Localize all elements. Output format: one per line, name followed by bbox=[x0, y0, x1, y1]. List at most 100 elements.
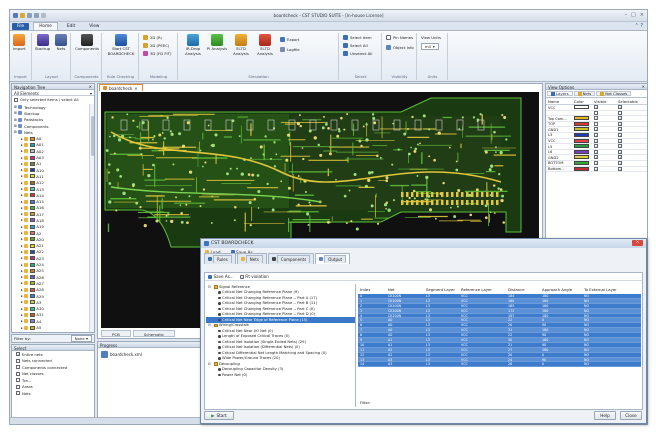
expand-icon[interactable]: ⊞ bbox=[14, 118, 17, 122]
expand-icon[interactable]: ⊞ bbox=[14, 111, 17, 115]
selectable-cell[interactable]: ✓ bbox=[618, 127, 643, 132]
selectable-checkbox[interactable]: ✓ bbox=[618, 132, 622, 138]
si-td-button[interactable]: SI-TD Analysis bbox=[230, 34, 252, 56]
close-icon[interactable]: × bbox=[642, 84, 645, 89]
vertical-scrollbar[interactable] bbox=[89, 104, 94, 332]
3d-fd-fit-button[interactable]: 3D (FD FIT) bbox=[143, 51, 171, 56]
tab-schematic[interactable]: Schematic bbox=[132, 330, 176, 337]
tab-nets[interactable]: Nets bbox=[236, 253, 267, 264]
visible-checkbox[interactable]: ✓ bbox=[594, 116, 598, 121]
visible-checkbox[interactable]: ✓ bbox=[594, 166, 598, 172]
column-header[interactable]: Reference Layer bbox=[461, 287, 508, 292]
layer-color-cell[interactable] bbox=[574, 166, 594, 172]
selectable-checkbox[interactable]: ✓ bbox=[618, 138, 622, 144]
expand-icon[interactable]: ▸ bbox=[21, 156, 23, 160]
selectable-checkbox[interactable]: ✓ bbox=[618, 160, 622, 166]
dialog-close-button[interactable]: × bbox=[632, 240, 643, 246]
progress-item[interactable]: boardcheck.xml bbox=[98, 348, 204, 361]
expand-icon[interactable]: ▸ bbox=[21, 244, 23, 248]
expand-icon[interactable]: ▸ bbox=[21, 149, 23, 153]
visible-checkbox[interactable]: ✓ bbox=[594, 105, 598, 110]
layer-color-cell[interactable] bbox=[574, 121, 594, 127]
selectable-checkbox[interactable] bbox=[618, 110, 622, 115]
2d-r-button[interactable]: 2D (R) bbox=[143, 35, 162, 40]
selectable-checkbox[interactable]: ✓ bbox=[618, 121, 622, 127]
column-header[interactable]: Distance bbox=[508, 287, 542, 292]
expand-icon[interactable]: ▸ bbox=[21, 193, 23, 197]
layer-color-cell[interactable] bbox=[574, 155, 594, 160]
layer-color-cell[interactable] bbox=[574, 116, 594, 121]
tab-pcb[interactable]: PCB bbox=[101, 330, 131, 337]
visible-checkbox[interactable]: ✓ bbox=[594, 138, 598, 144]
layer-color-cell[interactable] bbox=[574, 160, 594, 166]
select-all-button[interactable]: Select All bbox=[343, 43, 368, 48]
selectable-cell[interactable]: ✓ bbox=[618, 155, 643, 160]
visible-checkbox[interactable]: ✓ bbox=[594, 149, 598, 155]
layer-color-cell[interactable] bbox=[574, 105, 594, 110]
minimize-ribbon-icon[interactable]: ⌃ bbox=[635, 23, 639, 29]
expand-icon[interactable]: ▸ bbox=[21, 143, 23, 147]
collapse-icon[interactable]: ⊟ bbox=[208, 285, 212, 289]
visible-cell[interactable]: ✓ bbox=[594, 116, 618, 121]
tab-nets[interactable]: Nets bbox=[573, 91, 596, 96]
layer-color-cell[interactable] bbox=[574, 149, 594, 155]
tab-net-classes[interactable]: Net Classes bbox=[596, 91, 632, 96]
minimize-icon[interactable]: – bbox=[625, 12, 628, 18]
tab-layers[interactable]: Layers bbox=[547, 91, 573, 96]
tab-home[interactable]: Home bbox=[33, 22, 58, 30]
selectable-cell[interactable]: ✓ bbox=[618, 138, 643, 144]
expand-icon[interactable]: ▸ bbox=[21, 162, 23, 166]
selectable-cell[interactable]: ✓ bbox=[618, 132, 643, 138]
tree-item[interactable]: ▸A6 bbox=[12, 331, 89, 332]
pin-names-toggle[interactable]: Pin Names bbox=[386, 35, 413, 40]
visible-checkbox[interactable]: ✓ bbox=[594, 160, 598, 166]
ir-drop-button[interactable]: IR-Drop Analysis bbox=[182, 34, 204, 56]
expand-icon[interactable]: ▸ bbox=[21, 275, 23, 279]
selectable-cell[interactable]: ✓ bbox=[618, 144, 643, 149]
logfile-button[interactable]: Logfile bbox=[280, 47, 300, 52]
rule-item[interactable]: Power Net (0) bbox=[206, 372, 355, 378]
tab-edit[interactable]: Edit bbox=[62, 23, 80, 30]
expand-icon[interactable]: ▸ bbox=[21, 269, 23, 273]
unselect-all-button[interactable]: Unselect All bbox=[343, 51, 372, 56]
stackup-button[interactable]: Stackup bbox=[35, 34, 50, 52]
selectable-cell[interactable] bbox=[618, 110, 643, 116]
selectable-checkbox[interactable]: ✓ bbox=[618, 155, 622, 160]
expand-icon[interactable]: ▸ bbox=[21, 212, 23, 216]
column-header[interactable]: To External Layer bbox=[584, 287, 641, 292]
tab-rules[interactable]: Rules bbox=[204, 253, 236, 264]
output-save-as-button[interactable]: Save As... bbox=[208, 274, 234, 279]
expand-icon[interactable]: ▸ bbox=[21, 168, 23, 172]
expand-icon[interactable]: ⊞ bbox=[14, 130, 17, 134]
scrollbar-thumb[interactable] bbox=[91, 116, 94, 156]
units-dropdown[interactable]: mil ▾ bbox=[421, 43, 439, 50]
select-option[interactable]: Nets bbox=[12, 390, 94, 397]
visible-cell[interactable]: ✓ bbox=[594, 166, 618, 172]
expand-icon[interactable]: ▸ bbox=[21, 307, 23, 311]
expand-icon[interactable]: ▸ bbox=[21, 250, 23, 254]
selectable-cell[interactable]: ✓ bbox=[618, 166, 643, 172]
only-selected-checkbox[interactable]: Only selected items / select All bbox=[12, 96, 94, 103]
select-item-button[interactable]: Select Item bbox=[343, 35, 372, 40]
tab-view[interactable]: View bbox=[84, 23, 104, 30]
visible-cell[interactable] bbox=[594, 121, 618, 127]
selectable-checkbox[interactable]: ✓ bbox=[618, 116, 622, 121]
expand-icon[interactable]: ▸ bbox=[21, 200, 23, 204]
selectable-cell[interactable]: ✓ bbox=[618, 116, 643, 121]
layer-color-cell[interactable] bbox=[574, 127, 594, 132]
visible-checkbox[interactable] bbox=[594, 110, 598, 115]
maximize-icon[interactable]: □ bbox=[631, 12, 636, 18]
visible-cell[interactable]: ✓ bbox=[594, 132, 618, 138]
components-button[interactable]: Components bbox=[75, 34, 99, 52]
selectable-checkbox[interactable]: ✓ bbox=[618, 127, 622, 132]
expand-icon[interactable]: ▸ bbox=[21, 281, 23, 285]
close-button[interactable]: Close bbox=[620, 411, 642, 420]
tab-components[interactable]: Components bbox=[267, 253, 315, 264]
expand-icon[interactable]: ⊞ bbox=[14, 105, 17, 109]
visible-checkbox[interactable]: ✓ bbox=[594, 127, 598, 132]
help-button[interactable]: Help bbox=[594, 411, 616, 420]
visible-cell[interactable]: ✓ bbox=[594, 127, 618, 132]
object-info-button[interactable]: Object Info bbox=[386, 45, 414, 50]
selectable-cell[interactable]: ✓ bbox=[618, 121, 643, 127]
visible-cell[interactable]: ✓ bbox=[594, 105, 618, 110]
